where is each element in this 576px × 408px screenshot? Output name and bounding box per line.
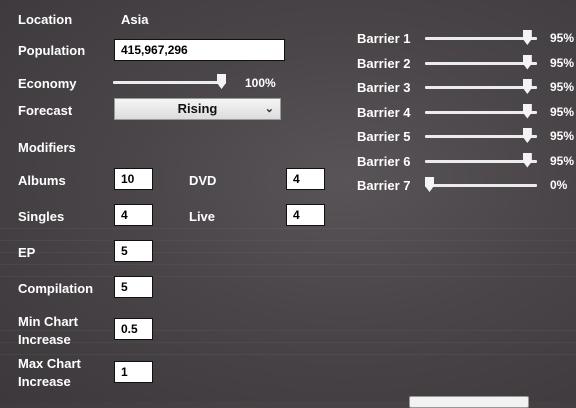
max-chart-increase-field[interactable]: 1	[114, 361, 153, 383]
max-chart-label-line1: Max Chart	[18, 356, 81, 371]
barrier-label: Barrier 4	[357, 104, 411, 120]
albums-label: Albums	[18, 173, 66, 188]
barrier-slider-track[interactable]	[425, 37, 537, 40]
min-chart-increase-field[interactable]: 0.5	[114, 318, 153, 340]
compilation-field[interactable]: 5	[114, 276, 153, 298]
economy-slider-track[interactable]	[113, 81, 226, 84]
barrier-label: Barrier 6	[357, 153, 411, 169]
min-chart-label-line1: Min Chart	[18, 314, 78, 329]
max-chart-increase-label: Max Chart Increase	[18, 355, 81, 391]
background-staff-line	[0, 240, 576, 241]
barrier-slider-track[interactable]	[425, 135, 537, 138]
economy-value: 100%	[245, 76, 276, 90]
barrier-label: Barrier 5	[357, 129, 411, 144]
barrier-slider-thumb[interactable]	[522, 103, 532, 119]
max-chart-label-line2: Increase	[18, 374, 71, 389]
modifiers-heading: Modifiers	[18, 140, 76, 155]
live-label: Live	[189, 209, 216, 224]
barrier-value: 95%	[550, 104, 575, 119]
barrier-slider-thumb[interactable]	[522, 79, 532, 94]
location-value: Asia	[121, 12, 149, 27]
background-staff-line	[0, 252, 576, 253]
background-staff-line	[0, 276, 576, 277]
background-staff-line	[0, 330, 576, 331]
barrier-value: 95%	[550, 55, 575, 70]
background-staff-line	[0, 342, 576, 343]
barrier-slider-thumb[interactable]	[522, 152, 532, 168]
forecast-selected: Rising	[177, 101, 218, 116]
barrier-slider-thumb[interactable]	[522, 30, 532, 45]
barrier-slider-track[interactable]	[425, 110, 537, 114]
albums-field[interactable]: 10	[114, 168, 153, 190]
min-chart-label-line2: Increase	[18, 332, 71, 347]
dvd-label: DVD	[189, 173, 217, 188]
population-field[interactable]: 415,967,296	[114, 39, 285, 61]
background-staff-line	[0, 228, 576, 229]
forecast-select[interactable]: Rising ⌄	[114, 98, 281, 120]
singles-field[interactable]: 4	[114, 204, 153, 226]
forecast-label: Forecast	[18, 103, 73, 118]
location-label: Location	[18, 12, 73, 27]
singles-label: Singles	[18, 209, 65, 224]
barrier-slider-track[interactable]	[425, 61, 537, 65]
bottom-button[interactable]	[409, 396, 529, 408]
barrier-slider-thumb[interactable]	[522, 54, 532, 70]
live-field[interactable]: 4	[286, 204, 325, 226]
background-staff-line	[0, 354, 576, 355]
dvd-field[interactable]: 4	[286, 168, 325, 190]
economy-slider-thumb[interactable]	[217, 74, 226, 89]
barrier-value: 0%	[550, 178, 568, 192]
barrier-slider-track[interactable]	[425, 184, 537, 187]
min-chart-increase-label: Min Chart Increase	[18, 313, 78, 349]
barrier-label: Barrier 7	[357, 178, 411, 193]
compilation-label: Compilation	[18, 281, 94, 296]
barrier-slider-thumb[interactable]	[522, 128, 532, 143]
population-label: Population	[18, 43, 86, 58]
barrier-value: 95%	[550, 31, 575, 45]
ep-field[interactable]: 5	[114, 240, 153, 262]
barrier-slider-track[interactable]	[425, 159, 537, 163]
background-staff-line	[0, 264, 576, 265]
barrier-slider-thumb[interactable]	[425, 177, 434, 192]
chevron-down-icon: ⌄	[264, 103, 274, 115]
barrier-value: 95%	[550, 129, 575, 143]
barrier-label: Barrier 3	[357, 80, 411, 95]
barrier-value: 95%	[550, 153, 575, 168]
barrier-label: Barrier 1	[357, 31, 411, 46]
barrier-slider-track[interactable]	[425, 86, 537, 89]
economy-label: Economy	[18, 76, 77, 91]
barrier-value: 95%	[550, 80, 575, 94]
barrier-label: Barrier 2	[357, 55, 411, 71]
ep-label: EP	[18, 245, 36, 260]
